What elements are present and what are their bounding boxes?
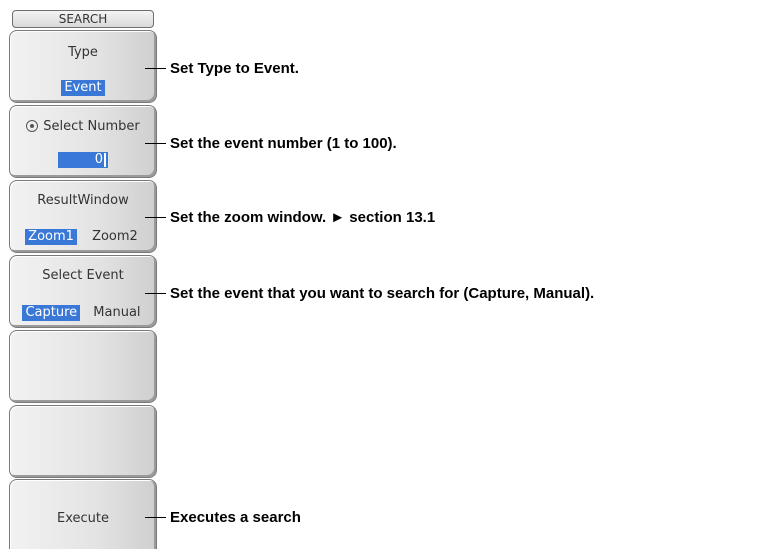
menu-title: SEARCH — [12, 10, 154, 28]
callout-number: Set the event number (1 to 100). — [170, 135, 397, 152]
callout-line-zoom — [145, 217, 166, 218]
callout-execute: Executes a search — [170, 509, 301, 526]
callout-zoom: Set the zoom window. ► section 13.1 — [170, 209, 436, 226]
manual-option: Manual — [93, 305, 141, 320]
event-number-field[interactable]: 0 — [58, 152, 108, 168]
callout-line-execute — [145, 517, 166, 518]
callout-type: Set Type to Event. — [170, 60, 299, 77]
capture-option: Capture — [22, 305, 81, 321]
select-event-label: Select Event — [42, 268, 124, 283]
result-window-label: ResultWindow — [37, 193, 129, 208]
result-window-softkey[interactable]: ResultWindow Zoom1 Zoom2 — [9, 180, 157, 253]
select-number-softkey[interactable]: Select Number 0 — [9, 105, 157, 178]
execute-label: Execute — [57, 511, 109, 526]
callout-event: Set the event that you want to search fo… — [170, 285, 595, 302]
type-softkey[interactable]: Type Event — [9, 30, 157, 103]
select-number-label: Select Number — [43, 119, 140, 134]
callout-line-event — [145, 293, 166, 294]
select-event-softkey[interactable]: Select Event Capture Manual — [9, 255, 157, 328]
zoom2-option: Zoom2 — [92, 229, 138, 244]
execute-softkey[interactable]: Execute — [9, 479, 157, 549]
zoom1-option: Zoom1 — [25, 229, 77, 245]
type-label: Type — [68, 45, 98, 60]
empty-softkey-1[interactable] — [9, 330, 157, 403]
event-number-value: 0 — [94, 152, 103, 167]
rotary-knob-icon — [26, 119, 39, 132]
callout-line-number — [145, 143, 166, 144]
text-caret — [104, 152, 106, 167]
type-value: Event — [61, 80, 105, 96]
callout-line-type — [145, 68, 166, 69]
empty-softkey-2[interactable] — [9, 405, 157, 478]
